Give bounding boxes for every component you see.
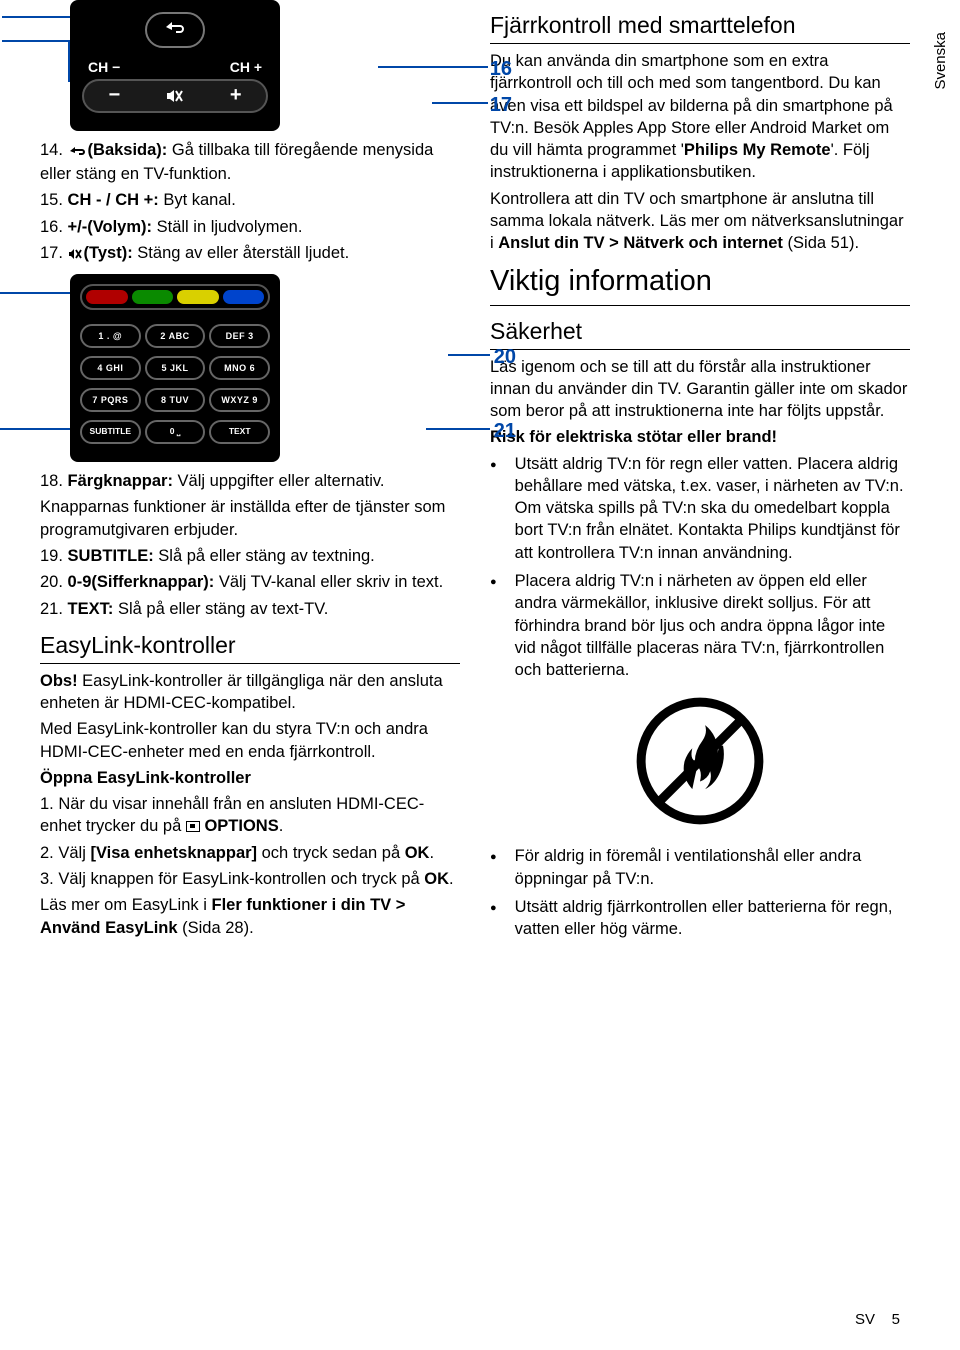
- desc-17: 17. (Tyst): Stäng av eller återställ lju…: [40, 242, 460, 266]
- key-5: 5 JKL: [145, 356, 206, 380]
- key-subtitle: SUBTITLE: [80, 420, 141, 444]
- color-button-red: [86, 290, 128, 304]
- desc-16: 16. +/-(Volym): Ställ in ljudvolymen.: [40, 216, 460, 238]
- desc-19: 19. SUBTITLE: Slå på eller stäng av text…: [40, 545, 460, 567]
- color-button-green: [132, 290, 174, 304]
- keypad-bottom: SUBTITLE 0 ⎵ TEXT: [80, 420, 270, 444]
- list-item: För aldrig in föremål i ventilationshål …: [490, 845, 910, 890]
- desc-14: 14. (Baksida): Gå tillbaka till föregåen…: [40, 139, 460, 186]
- color-button-blue: [223, 290, 265, 304]
- list-item: Placera aldrig TV:n i närheten av öppen …: [490, 570, 910, 681]
- safety-intro: Läs igenom och se till att du förstår al…: [490, 356, 910, 423]
- key-4: 4 GHI: [80, 356, 141, 380]
- desc-20: 20. 0-9(Sifferknappar): Välj TV-kanal el…: [40, 571, 460, 593]
- back-icon: [162, 19, 188, 38]
- ch-minus-label: CH −: [88, 58, 120, 77]
- language-tab: Svenska: [928, 18, 954, 104]
- desc-15: 15. CH - / CH +: Byt kanal.: [40, 189, 460, 211]
- mute-icon: [145, 85, 206, 107]
- options-icon: [186, 821, 200, 832]
- rocker-plus: +: [205, 82, 266, 109]
- smartphone-p2: Kontrollera att din TV och smartphone är…: [490, 188, 910, 255]
- rocker-minus: −: [84, 82, 145, 109]
- heading-viktig: Viktig information: [490, 262, 910, 305]
- desc-18: 18. Färgknappar: Välj uppgifter eller al…: [40, 470, 460, 492]
- easylink-more: Läs mer om EasyLink i Fler funktioner i …: [40, 894, 460, 939]
- channel-labels: CH − CH +: [82, 58, 268, 79]
- footer-page: 5: [892, 1311, 900, 1328]
- easylink-obs: Obs! EasyLink-kontroller är tillgängliga…: [40, 670, 460, 715]
- key-3: DEF 3: [209, 324, 270, 348]
- page-content: 14 15 16 17 CH − CH + −: [0, 0, 960, 946]
- color-buttons: [80, 284, 270, 310]
- list-item: Utsätt aldrig TV:n för regn eller vatten…: [490, 453, 910, 564]
- no-flame-icon: [636, 697, 764, 825]
- key-7: 7 PQRS: [80, 388, 141, 412]
- key-6: MNO 6: [209, 356, 270, 380]
- key-0: 0 ⎵: [145, 420, 206, 444]
- ch-plus-label: CH +: [230, 58, 262, 77]
- callout-16: 16: [490, 56, 512, 83]
- key-9: WXYZ 9: [209, 388, 270, 412]
- leader-line: [378, 66, 488, 68]
- footer-lang: SV: [855, 1311, 875, 1328]
- back-icon: [68, 141, 88, 163]
- easylink-step3: 3. Välj knappen för EasyLink-kontrollen …: [40, 868, 460, 890]
- heading-sakerhet: Säkerhet: [490, 316, 910, 350]
- desc-18b: Knapparnas funktioner är inställda efter…: [40, 496, 460, 541]
- back-button: [145, 12, 205, 48]
- callout-20: 20: [494, 344, 516, 371]
- easylink-step2: 2. Välj [Visa enhetsknappar] och tryck s…: [40, 842, 460, 864]
- safety-risk: Risk för elektriska stötar eller brand!: [490, 426, 910, 448]
- column-left: 14 15 16 17 CH − CH + −: [40, 0, 460, 946]
- desc-21: 21. TEXT: Slå på eller stäng av text-TV.: [40, 598, 460, 620]
- easylink-open: Öppna EasyLink-kontroller: [40, 767, 460, 789]
- callout-21: 21: [494, 418, 516, 445]
- column-right: Fjärrkontroll med smarttelefon Du kan an…: [490, 0, 910, 946]
- safety-bullets-1: Utsätt aldrig TV:n för regn eller vatten…: [490, 453, 910, 682]
- leader-line: [432, 102, 488, 104]
- remote-illustration-2: 18 19 20 21 1 . @ 2 ABC DEF 3 4 GHI: [70, 274, 460, 462]
- color-button-yellow: [177, 290, 219, 304]
- easylink-p1: Med EasyLink-kontroller kan du styra TV:…: [40, 718, 460, 763]
- callout-17: 17: [490, 92, 512, 119]
- safety-bullets-2: För aldrig in föremål i ventilationshål …: [490, 845, 910, 940]
- heading-easylink: EasyLink-kontroller: [40, 630, 460, 664]
- smartphone-p1: Du kan använda din smartphone som en ext…: [490, 50, 910, 184]
- remote-illustration-1: 14 15 16 17 CH − CH + −: [70, 0, 460, 131]
- heading-smartphone: Fjärrkontroll med smarttelefon: [490, 10, 910, 44]
- key-1: 1 . @: [80, 324, 141, 348]
- volume-rocker: − +: [82, 79, 268, 113]
- keypad: 1 . @ 2 ABC DEF 3 4 GHI 5 JKL MNO 6 7 PQ…: [80, 324, 270, 412]
- mute-icon: [68, 244, 84, 266]
- key-8: 8 TUV: [145, 388, 206, 412]
- key-2: 2 ABC: [145, 324, 206, 348]
- key-text: TEXT: [209, 420, 270, 444]
- page-footer: SV 5: [855, 1310, 900, 1330]
- leader-line: [426, 428, 490, 430]
- leader-line: [448, 354, 490, 356]
- remote-body: 1 . @ 2 ABC DEF 3 4 GHI 5 JKL MNO 6 7 PQ…: [70, 274, 280, 462]
- list-item: Utsätt aldrig fjärrkontrollen eller batt…: [490, 896, 910, 941]
- remote-body: CH − CH + − +: [70, 0, 280, 131]
- easylink-step1: 1. När du visar innehåll från en anslute…: [40, 793, 460, 838]
- leader-line: [2, 40, 70, 42]
